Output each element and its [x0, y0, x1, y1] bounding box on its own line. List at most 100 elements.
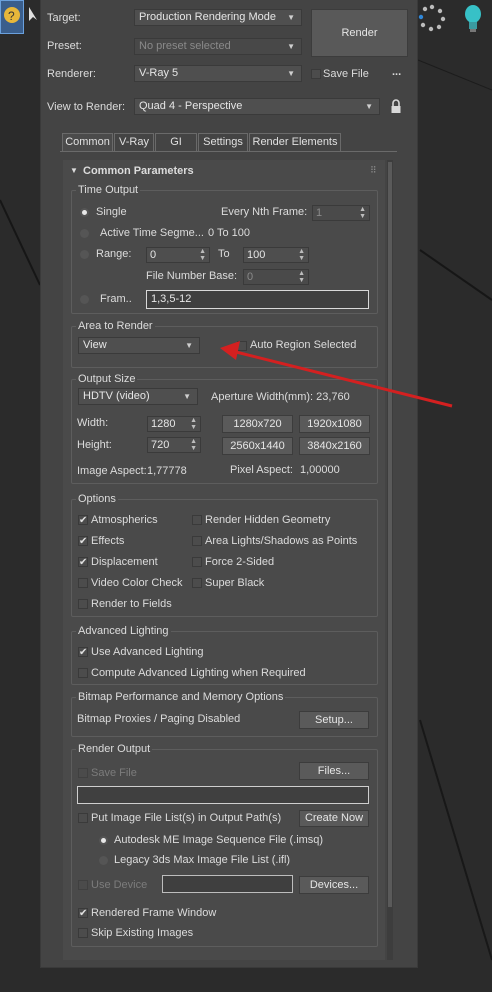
- active-segment-radio[interactable]: [80, 229, 89, 238]
- area-to-render-dropdown[interactable]: View ▼: [78, 337, 200, 354]
- help-icon: ?: [4, 7, 20, 23]
- to-label: To: [218, 248, 230, 260]
- width-label: Width:: [77, 417, 109, 429]
- atmospherics-label: Atmospherics: [91, 514, 158, 526]
- svg-text:?: ?: [8, 9, 15, 23]
- collapse-arrow-icon[interactable]: ▼: [70, 166, 78, 175]
- bitmap-performance-title: Bitmap Performance and Memory Options: [76, 691, 286, 703]
- aperture-label: Aperture Width(mm): 23,760: [211, 391, 350, 403]
- help-toolbar-icon[interactable]: ?: [0, 0, 24, 34]
- lock-icon[interactable]: [390, 99, 402, 114]
- width-value: 1280: [151, 418, 176, 430]
- area-lights-label: Area Lights/Shadows as Points: [205, 535, 358, 547]
- spinner-arrows-icon: ▲ ▼: [199, 248, 206, 262]
- devices-button[interactable]: Devices...: [299, 876, 369, 894]
- put-image-file-list-checkbox[interactable]: [78, 813, 88, 823]
- lightbulb-icon[interactable]: [462, 3, 484, 33]
- save-file-header-label: Save File: [323, 68, 369, 80]
- imsq-label: Autodesk ME Image Sequence File (.imsq): [114, 834, 324, 846]
- atmospherics-checkbox[interactable]: ✔: [78, 515, 88, 526]
- tab-divider: [60, 151, 397, 152]
- range-end-value: 100: [247, 249, 266, 261]
- view-to-render-label: View to Render:: [47, 101, 126, 113]
- force-2-sided-label: Force 2-Sided: [205, 556, 275, 568]
- preset-label: Preset:: [47, 40, 82, 52]
- use-advanced-lighting-label: Use Advanced Lighting: [91, 646, 204, 658]
- imsq-radio[interactable]: [99, 836, 108, 845]
- options-title: Options: [76, 493, 118, 505]
- create-now-button[interactable]: Create Now: [299, 810, 369, 827]
- render-to-fields-label: Render to Fields: [91, 598, 172, 610]
- video-color-check-checkbox[interactable]: [78, 578, 88, 588]
- output-path-field[interactable]: [77, 786, 369, 804]
- files-button[interactable]: Files...: [299, 762, 369, 780]
- area-to-render-title: Area to Render: [76, 320, 155, 332]
- save-file-checkbox[interactable]: [78, 768, 88, 778]
- range-radio[interactable]: [80, 250, 89, 259]
- use-device-checkbox[interactable]: [78, 880, 88, 890]
- device-field[interactable]: [162, 875, 293, 893]
- view-value: Quad 4 - Perspective: [139, 100, 243, 112]
- preset-2560x1440-button[interactable]: 2560x1440: [222, 437, 293, 455]
- renderer-label: Renderer:: [47, 68, 96, 80]
- auto-region-checkbox[interactable]: [237, 341, 247, 351]
- render-to-fields-checkbox[interactable]: [78, 599, 88, 609]
- displacement-checkbox[interactable]: ✔: [78, 557, 88, 568]
- image-aspect-value[interactable]: 1,77778: [147, 465, 187, 477]
- compute-advanced-lighting-checkbox[interactable]: [78, 668, 88, 678]
- file-number-base-spinner[interactable]: 0 ▲ ▼: [243, 269, 309, 285]
- active-segment-label: Active Time Segme...: [100, 227, 204, 239]
- chevron-down-icon: ▼: [287, 69, 295, 78]
- save-file-header-checkbox[interactable]: [311, 69, 321, 79]
- cursor-icon[interactable]: [28, 6, 38, 24]
- preset-1280x720-button[interactable]: 1280x720: [222, 415, 293, 433]
- width-spinner[interactable]: 1280 ▲ ▼: [147, 416, 201, 432]
- chevron-down-icon: ▼: [287, 42, 295, 51]
- tab-gi[interactable]: GI: [155, 133, 197, 151]
- file-number-base-value: 0: [247, 271, 254, 283]
- drag-handle-icon[interactable]: ⠿: [370, 165, 377, 176]
- height-label: Height:: [77, 439, 112, 451]
- tab-vray[interactable]: V-Ray: [114, 133, 154, 151]
- tab-common[interactable]: Common: [62, 133, 113, 151]
- skip-existing-images-checkbox[interactable]: [78, 928, 88, 938]
- preset-1920x1080-button[interactable]: 1920x1080: [299, 415, 370, 433]
- view-to-render-dropdown[interactable]: Quad 4 - Perspective ▼: [134, 98, 380, 115]
- scrollbar-thumb[interactable]: [388, 162, 392, 907]
- render-button[interactable]: Render: [311, 9, 408, 57]
- height-value: 720: [151, 439, 170, 451]
- area-lights-checkbox[interactable]: [192, 536, 202, 546]
- single-radio[interactable]: [80, 208, 89, 217]
- chevron-down-icon: ▼: [287, 13, 295, 22]
- more-button[interactable]: ...: [392, 66, 401, 78]
- frames-input[interactable]: 1,3,5-12: [146, 290, 369, 309]
- render-hidden-geometry-checkbox[interactable]: [192, 515, 202, 525]
- preset-3840x2160-button[interactable]: 3840x2160: [299, 437, 370, 455]
- dots-ring-icon[interactable]: [418, 4, 446, 32]
- force-2-sided-checkbox[interactable]: [192, 557, 202, 567]
- renderer-dropdown[interactable]: V-Ray 5 ▼: [134, 65, 302, 82]
- displacement-label: Displacement: [91, 556, 158, 568]
- setup-button[interactable]: Setup...: [299, 711, 369, 729]
- target-dropdown[interactable]: Production Rendering Mode ▼: [134, 9, 302, 26]
- super-black-checkbox[interactable]: [192, 578, 202, 588]
- rendered-frame-window-checkbox[interactable]: ✔: [78, 908, 88, 919]
- effects-checkbox[interactable]: ✔: [78, 536, 88, 547]
- height-spinner[interactable]: 720 ▲ ▼: [147, 437, 201, 453]
- spinner-arrows-icon: ▲ ▼: [190, 438, 197, 452]
- range-end-spinner[interactable]: 100 ▲ ▼: [243, 247, 309, 263]
- tab-render-elements[interactable]: Render Elements: [249, 133, 341, 151]
- pixel-aspect-value[interactable]: 1,00000: [300, 464, 340, 476]
- ifl-radio[interactable]: [99, 856, 108, 865]
- renderer-value: V-Ray 5: [139, 67, 179, 79]
- tab-settings[interactable]: Settings: [198, 133, 248, 151]
- every-nth-value: 1: [316, 207, 323, 219]
- use-advanced-lighting-checkbox[interactable]: ✔: [78, 647, 88, 658]
- frames-radio[interactable]: [80, 295, 89, 304]
- preset-dropdown[interactable]: No preset selected ▼: [134, 38, 302, 55]
- output-size-dropdown[interactable]: HDTV (video) ▼: [78, 388, 198, 405]
- ifl-label: Legacy 3ds Max Image File List (.ifl): [114, 854, 291, 866]
- range-start-spinner[interactable]: 0 ▲ ▼: [146, 247, 210, 263]
- every-nth-spinner[interactable]: 1 ▲ ▼: [312, 205, 370, 221]
- chevron-down-icon: ▼: [183, 392, 191, 401]
